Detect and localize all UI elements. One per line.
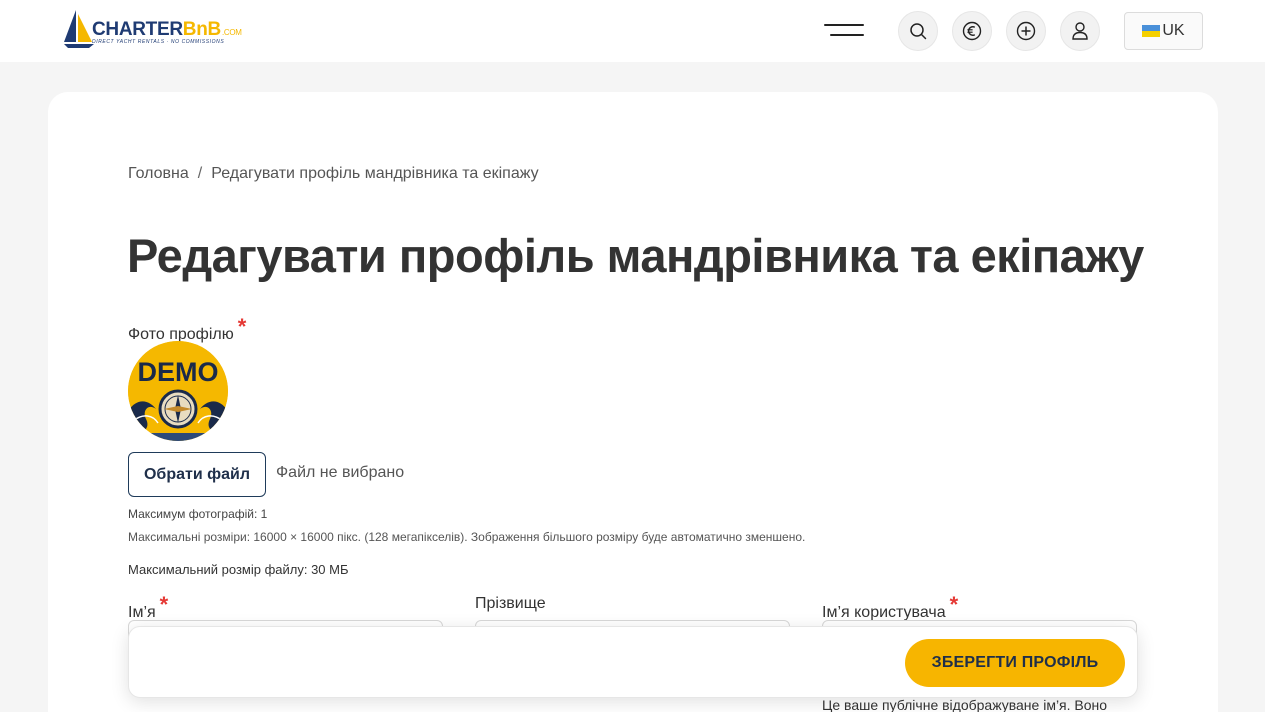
sailboat-logo-icon [64,10,94,48]
save-profile-button[interactable]: ЗБЕРЕГТИ ПРОФІЛЬ [905,639,1125,687]
language-label: UK [1162,22,1185,39]
language-selector[interactable]: UK [1124,12,1203,50]
breadcrumb-home-link[interactable]: Головна [128,165,189,182]
username-public-note: Це ваше публічне відображуване ім’я. Вон… [822,697,1108,712]
demo-compass-avatar-image: DEMO [128,341,228,441]
add-icon [1016,21,1036,41]
account-button[interactable] [1060,11,1100,51]
save-bar: ЗБЕРЕГТИ ПРОФІЛЬ [128,626,1138,698]
required-mark: * [159,592,169,617]
menu-icon-line [830,34,864,36]
logo-wordmark: CHARTERBnB.COM [92,19,242,40]
profile-avatar: DEMO [128,341,228,441]
page-title: Редагувати профіль мандрівника та екіпаж… [127,229,1144,282]
logo-tagline: DIRECT YACHT RENTALS · NO COMMISSIONS [92,39,225,45]
max-file-size-hint: Максимальний розмір файлу: 30 МБ [128,562,349,577]
max-dimensions-hint: Максимальні розміри: 16000 × 16000 пікс.… [128,530,806,544]
site-logo[interactable]: CHARTERBnB.COM DIRECT YACHT RENTALS · NO… [62,8,252,52]
required-mark: * [949,592,959,617]
breadcrumb: Головна / Редагувати профіль мандрівника т… [128,165,539,183]
user-icon [1072,22,1088,40]
breadcrumb-current: Редагувати профіль мандрівника та екіпаж… [211,165,539,182]
search-icon [910,23,927,40]
currency-button[interactable] [952,11,992,51]
flag-ukraine-icon [1142,25,1161,37]
first-name-label-text: Ім’я [128,604,156,621]
add-listing-button[interactable] [1006,11,1046,51]
menu-button[interactable] [822,20,866,40]
username-label-text: Ім’я користувача [822,604,946,621]
required-mark: * [237,314,247,339]
choose-file-button[interactable]: Обрати файл [128,452,266,497]
search-button[interactable] [898,11,938,51]
breadcrumb-separator: / [197,165,203,182]
avatar-text: DEMO [138,357,219,387]
last-name-label: Прізвище [475,595,546,612]
file-status-text: Файл не вибрано [276,464,405,481]
menu-icon [824,24,864,26]
site-header: CHARTERBnB.COM DIRECT YACHT RENTALS · NO… [0,0,1265,62]
currency-euro-icon [962,21,982,41]
max-photos-hint: Максимум фотографій: 1 [128,507,268,521]
